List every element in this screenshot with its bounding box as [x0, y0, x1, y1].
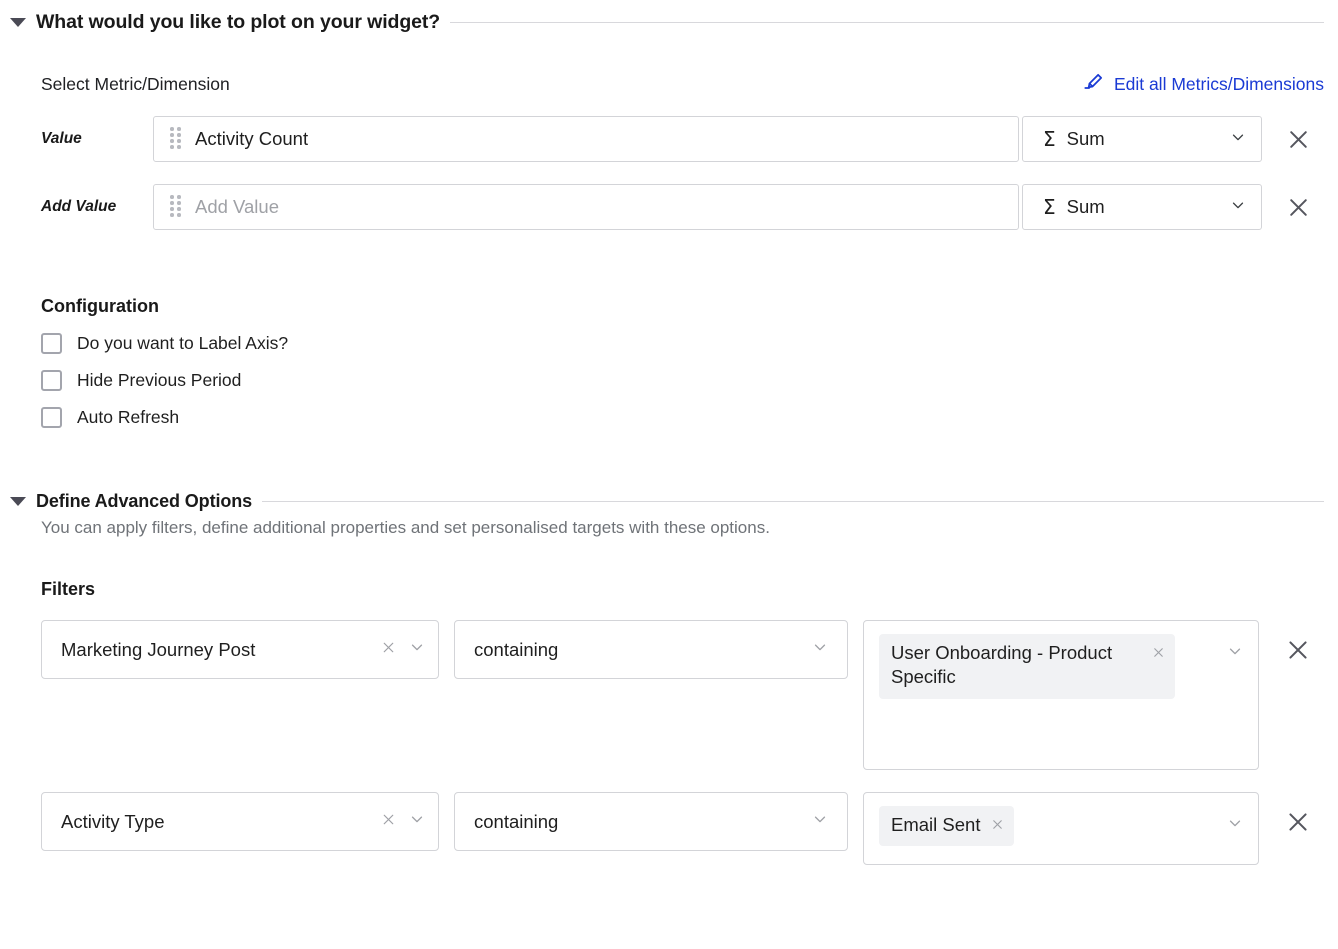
add-value-row: Add Value Add Value Σ Sum [0, 184, 1338, 230]
plot-section-header[interactable]: What would you like to plot on your widg… [0, 11, 1338, 34]
chevron-down-icon [811, 810, 829, 833]
filter-row: Marketing Journey Post containing User O… [0, 620, 1338, 770]
filter-operator-label-2: containing [474, 810, 559, 832]
advanced-header-divider [262, 501, 1324, 502]
aggregation-label: Sum [1066, 128, 1105, 149]
remove-filter-button[interactable] [1275, 620, 1321, 679]
filter-operator-select-2[interactable]: containing [454, 792, 848, 851]
chevron-down-icon [408, 638, 426, 661]
configuration-block: Configuration Do you want to Label Axis?… [0, 296, 1338, 428]
filter-value-chip[interactable]: User Onboarding - Product Specific [879, 634, 1175, 699]
value-input-text: Activity Count [195, 128, 309, 149]
close-icon [1289, 812, 1307, 831]
header-divider [450, 22, 1324, 23]
aggregation-select-2[interactable]: Σ Sum [1022, 184, 1262, 230]
metric-dimension-block: Select Metric/Dimension Edit all Metrics… [0, 71, 1338, 230]
caret-down-icon[interactable] [10, 497, 26, 506]
filter-value-select-2[interactable]: Email Sent [863, 792, 1259, 865]
remove-add-value-button[interactable] [1276, 184, 1320, 230]
filters-title: Filters [41, 579, 96, 599]
configuration-title: Configuration [41, 296, 159, 316]
checkbox-row-hide-previous-period[interactable]: Hide Previous Period [41, 370, 1338, 391]
pencil-edit-icon [1083, 71, 1105, 98]
clear-icon[interactable] [380, 811, 397, 833]
filter-field-label: Marketing Journey Post [61, 638, 256, 660]
close-icon [1289, 130, 1307, 148]
remove-chip-icon[interactable] [1151, 645, 1166, 665]
aggregation-label-2: Sum [1066, 196, 1105, 217]
caret-down-icon[interactable] [10, 18, 26, 27]
chevron-down-icon [1226, 642, 1244, 665]
filter-field-select-2[interactable]: Activity Type [41, 792, 439, 851]
edit-all-metrics-label: Edit all Metrics/Dimensions [1113, 74, 1324, 94]
chevron-down-icon [408, 810, 426, 833]
filter-field-select[interactable]: Marketing Journey Post [41, 620, 439, 679]
select-metric-label: Select Metric/Dimension [41, 74, 230, 94]
checkbox-label-axis-text: Do you want to Label Axis? [77, 333, 289, 353]
chevron-down-icon [811, 638, 829, 661]
checkbox-row-label-axis[interactable]: Do you want to Label Axis? [41, 333, 1338, 354]
remove-value-button[interactable] [1276, 116, 1320, 162]
remove-chip-icon[interactable] [990, 817, 1005, 837]
drag-handle-icon[interactable] [170, 127, 182, 151]
filter-operator-select[interactable]: containing [454, 620, 848, 679]
add-value-placeholder: Add Value [195, 196, 279, 217]
filter-value-chips: User Onboarding - Product Specific [879, 634, 1220, 699]
checkbox-auto-refresh[interactable] [41, 407, 62, 428]
checkbox-hide-previous-period-text: Hide Previous Period [77, 370, 242, 390]
chevron-down-icon [1229, 128, 1247, 151]
advanced-options-description: You can apply filters, define additional… [41, 518, 770, 537]
advanced-options-header[interactable]: Define Advanced Options [0, 491, 1338, 512]
page-title: What would you like to plot on your widg… [36, 11, 441, 33]
filter-value-select[interactable]: User Onboarding - Product Specific [863, 620, 1259, 770]
value-input[interactable]: Activity Count [153, 116, 1019, 162]
remove-filter-button-2[interactable] [1275, 792, 1321, 851]
checkbox-row-auto-refresh[interactable]: Auto Refresh [41, 407, 1338, 428]
add-value-row-label: Add Value [41, 198, 117, 215]
add-value-input[interactable]: Add Value [153, 184, 1019, 230]
filter-row: Activity Type containing Email Sent [0, 792, 1338, 865]
checkbox-auto-refresh-text: Auto Refresh [77, 407, 180, 427]
chevron-down-icon [1226, 814, 1244, 837]
filter-value-chips-2: Email Sent [879, 806, 1220, 847]
filter-field-label-2: Activity Type [61, 810, 165, 832]
drag-handle-icon[interactable] [170, 195, 182, 219]
filter-value-chip[interactable]: Email Sent [879, 806, 1015, 847]
select-metric-row: Select Metric/Dimension Edit all Metrics… [0, 71, 1338, 98]
edit-all-metrics-link[interactable]: Edit all Metrics/Dimensions [1083, 71, 1324, 98]
sigma-icon: Σ [1043, 127, 1056, 151]
aggregation-select[interactable]: Σ Sum [1022, 116, 1262, 162]
checkbox-label-axis[interactable] [41, 333, 62, 354]
filter-value-chip-label: Email Sent [891, 814, 981, 835]
chevron-down-icon [1229, 196, 1247, 219]
clear-icon[interactable] [380, 639, 397, 661]
value-row: Value Activity Count Σ Sum [0, 116, 1338, 162]
checkbox-hide-previous-period[interactable] [41, 370, 62, 391]
filter-operator-label: containing [474, 638, 559, 660]
filter-value-chip-label: User Onboarding - Product Specific [891, 642, 1113, 688]
close-icon [1289, 198, 1307, 216]
close-icon [1289, 640, 1307, 659]
advanced-options-title: Define Advanced Options [36, 491, 253, 511]
sigma-icon: Σ [1043, 195, 1056, 219]
value-row-label: Value [41, 130, 82, 147]
advanced-options-block: Define Advanced Options You can apply fi… [0, 491, 1338, 865]
